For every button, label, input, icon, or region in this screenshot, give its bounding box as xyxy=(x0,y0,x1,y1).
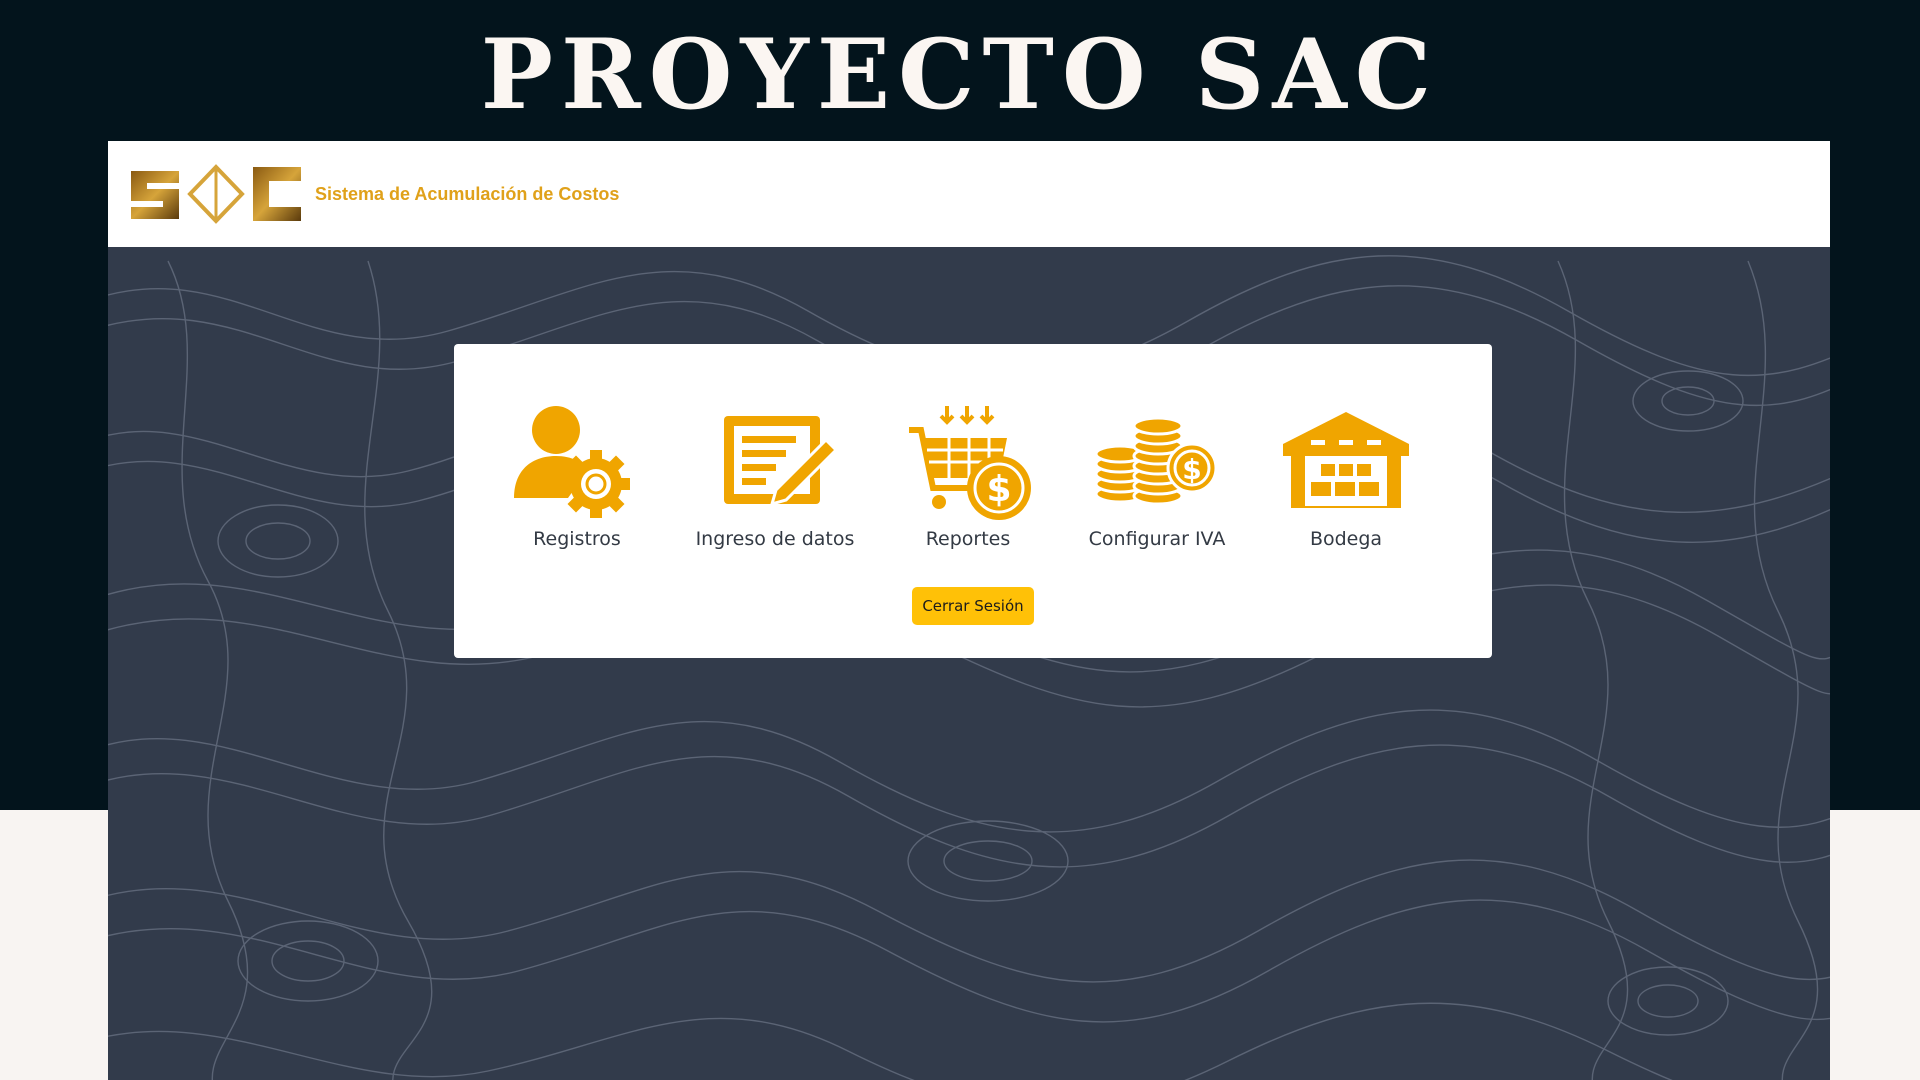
menu-item-label: Registros xyxy=(533,528,621,550)
coins-icon: $ xyxy=(1094,416,1218,506)
brand[interactable]: Sistema de Acumulación de Costos xyxy=(127,163,619,225)
page-headline: PROYECTO SAC xyxy=(480,18,1440,131)
document-edit-icon xyxy=(724,416,839,507)
menu-item-label: Bodega xyxy=(1309,528,1383,550)
main-menu-card: Registros Ingreso de datos $ Reportes $ … xyxy=(454,344,1492,658)
menu-tiles: Registros Ingreso de datos $ Reportes $ … xyxy=(454,404,1492,554)
brand-name: Sistema de Acumulación de Costos xyxy=(315,183,620,204)
menu-item-label: Configurar IVA xyxy=(1088,528,1226,550)
logout-button[interactable]: Cerrar Sesión xyxy=(912,587,1034,625)
menu-item-bodega[interactable]: Bodega xyxy=(1251,404,1441,554)
app-screenshot-frame: Sistema de Acumulación de Costos Registr… xyxy=(108,141,1830,1080)
menu-item-reportes[interactable]: $ Reportes xyxy=(873,404,1063,554)
cart-dollar-icon: $ xyxy=(909,406,1031,520)
svg-text:$: $ xyxy=(986,469,1011,510)
menu-item-configurar-iva[interactable]: $ Configurar IVA xyxy=(1062,404,1252,554)
navbar: Sistema de Acumulación de Costos xyxy=(108,141,1830,247)
warehouse-icon xyxy=(1283,412,1409,508)
user-gear-icon xyxy=(514,406,630,518)
sac-logo xyxy=(131,164,301,224)
menu-item-ingreso-de-datos[interactable]: Ingreso de datos xyxy=(680,404,870,554)
menu-item-label: Ingreso de datos xyxy=(695,528,855,550)
menu-item-registros[interactable]: Registros xyxy=(482,404,672,554)
svg-text:$: $ xyxy=(1182,453,1201,486)
menu-item-label: Reportes xyxy=(925,528,1011,550)
